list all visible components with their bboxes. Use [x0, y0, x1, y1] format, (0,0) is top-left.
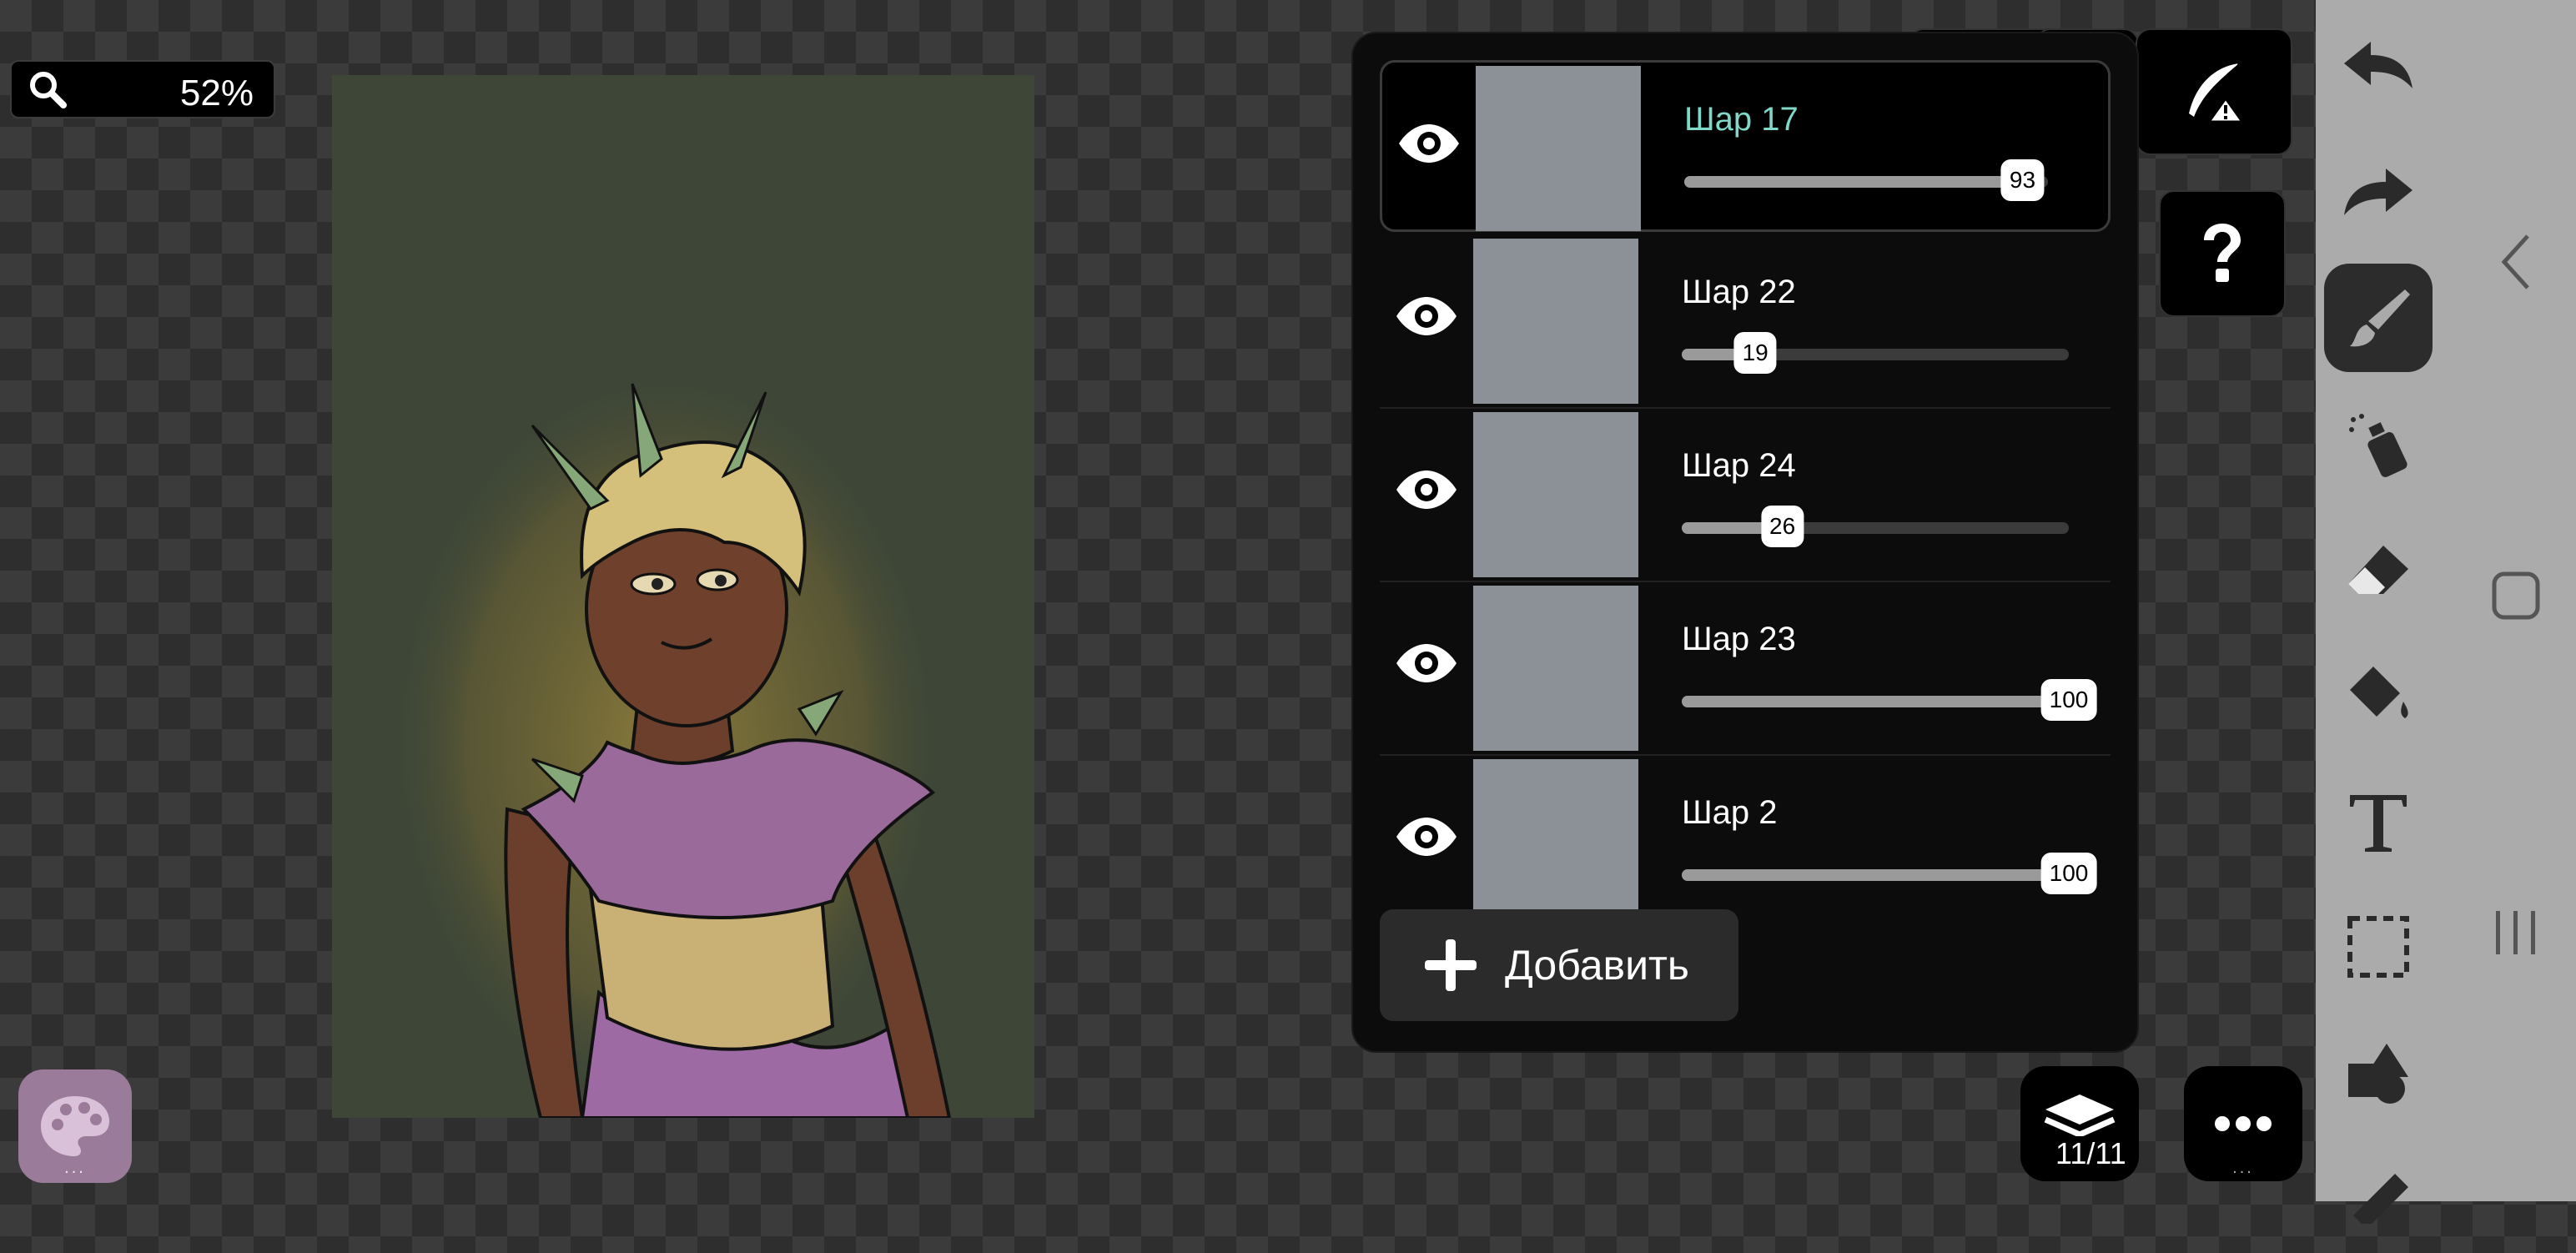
visibility-eye-icon[interactable]: [1395, 469, 1458, 511]
layer-count: 11/11: [2050, 1136, 2131, 1171]
layer-thumbnail: [1473, 586, 1638, 751]
opacity-value[interactable]: 26: [1761, 506, 1804, 547]
selection-tool-button[interactable]: [2324, 893, 2433, 1001]
nav-back-button[interactable]: [2483, 229, 2549, 295]
more-options-button[interactable]: ...: [2184, 1066, 2302, 1181]
layer-thumbnail: [1473, 412, 1638, 577]
layer-row[interactable]: Шар 22 19: [1380, 235, 2111, 409]
visibility-eye-icon[interactable]: [1395, 295, 1458, 337]
more-indicator: ...: [2232, 1159, 2254, 1177]
pen-pressure-button[interactable]: [2136, 28, 2292, 155]
zoom-level: 52%: [179, 73, 254, 113]
drawing-canvas[interactable]: [332, 75, 1034, 1118]
add-layer-button[interactable]: Добавить: [1380, 909, 1738, 1021]
layer-thumbnail: [1473, 759, 1638, 911]
more-horizontal-icon: [2215, 1116, 2272, 1131]
square-home-icon: [2492, 571, 2540, 620]
selection-icon: [2347, 916, 2409, 978]
layer-name: Шар 24: [1682, 447, 1796, 484]
layer-name: Шар 22: [1682, 274, 1796, 310]
layer-name: Шар 2: [1682, 794, 1778, 831]
opacity-slider[interactable]: 100: [1682, 853, 2097, 894]
zoom-control[interactable]: 52%: [10, 60, 275, 118]
layer-list[interactable]: Шар 17 93 Шар 22 19 Шар 24 26 Шар 23 100…: [1380, 60, 2111, 911]
visibility-eye-icon[interactable]: [1395, 642, 1458, 684]
brush-tool-button[interactable]: [2324, 264, 2433, 372]
layers-button[interactable]: 11/11: [2020, 1066, 2139, 1181]
opacity-value[interactable]: 93: [2000, 159, 2045, 201]
shapes-icon: [2348, 1044, 2408, 1104]
chevron-left-icon: [2501, 234, 2529, 289]
layers-panel: Шар 17 93 Шар 22 19 Шар 24 26 Шар 23 100…: [1351, 32, 2139, 1053]
eraser-tool-button[interactable]: [2324, 516, 2433, 624]
opacity-slider-fill: [1684, 176, 2023, 188]
layer-name: Шар 23: [1682, 621, 1796, 657]
fill-bucket-icon: [2350, 667, 2408, 718]
palette-icon: [41, 1096, 109, 1156]
recents-icon: [2496, 911, 2535, 954]
layer-row[interactable]: Шар 2 100: [1380, 756, 2111, 911]
spray-can-icon: [2349, 414, 2407, 477]
question-icon: [2204, 224, 2241, 282]
add-layer-label: Добавить: [1505, 942, 1689, 989]
layer-name: Шар 17: [1684, 101, 1799, 138]
opacity-slider-fill: [1682, 696, 2069, 707]
layer-row[interactable]: Шар 17 93: [1380, 60, 2111, 232]
opacity-value[interactable]: 100: [2040, 853, 2097, 894]
color-palette-button[interactable]: ...: [18, 1069, 132, 1183]
opacity-slider[interactable]: 19: [1682, 332, 2069, 374]
opacity-slider-fill: [1682, 869, 2069, 881]
brush-icon: [2350, 289, 2410, 347]
artwork: [382, 359, 952, 1118]
ruler-tool-button[interactable]: [2324, 1145, 2433, 1253]
visibility-eye-icon[interactable]: [1395, 816, 1458, 858]
undo-icon: [2344, 42, 2412, 88]
spray-tool-button[interactable]: [2324, 390, 2433, 499]
fill-tool-button[interactable]: [2324, 641, 2433, 749]
redo-button[interactable]: [2324, 138, 2433, 247]
opacity-slider[interactable]: 93: [1684, 159, 2048, 201]
plus-icon: [1425, 939, 1477, 991]
help-button[interactable]: [2159, 190, 2286, 317]
nav-home-button[interactable]: [2483, 562, 2549, 629]
opacity-slider[interactable]: 26: [1682, 506, 2069, 547]
search-icon: [30, 72, 67, 108]
nav-recents-button[interactable]: [2483, 899, 2549, 966]
text-tool-button[interactable]: [2324, 767, 2433, 876]
opacity-value[interactable]: 19: [1733, 332, 1777, 374]
ruler-icon: [2353, 1174, 2408, 1224]
layer-row[interactable]: Шар 23 100: [1380, 582, 2111, 756]
tool-sidebar: [2316, 0, 2576, 1224]
visibility-eye-icon[interactable]: [1397, 123, 1461, 164]
eraser-icon: [2348, 546, 2408, 594]
layer-thumbnail: [1476, 66, 1641, 231]
layer-row[interactable]: Шар 24 26: [1380, 409, 2111, 582]
opacity-value[interactable]: 100: [2040, 679, 2097, 721]
undo-button[interactable]: [2324, 12, 2433, 120]
opacity-slider[interactable]: 100: [1682, 679, 2097, 721]
shapes-tool-button[interactable]: [2324, 1019, 2433, 1128]
feather-warning-icon: [2189, 63, 2245, 123]
layer-thumbnail: [1473, 239, 1638, 404]
palette-more-indicator: ...: [64, 1159, 86, 1177]
text-tool-icon: [2350, 795, 2407, 852]
redo-icon: [2344, 169, 2412, 215]
layers-stack-icon: [2044, 1094, 2116, 1138]
